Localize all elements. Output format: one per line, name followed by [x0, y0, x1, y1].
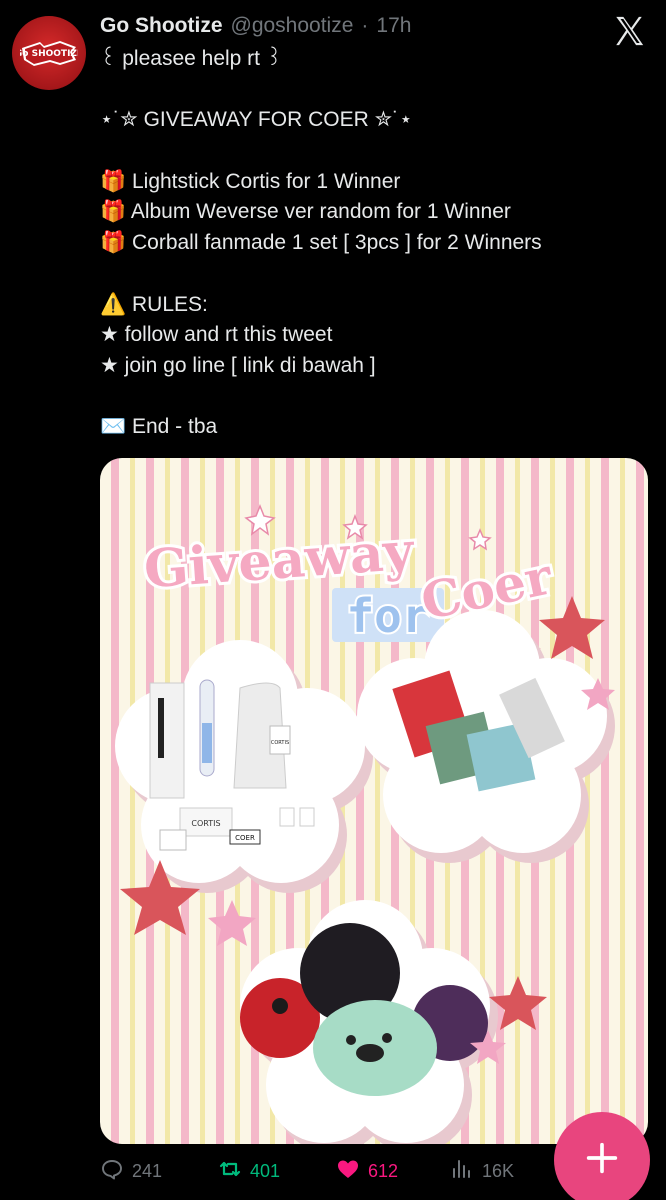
decor-star: [489, 976, 547, 1030]
tweet-line-6: 🎁 Album Weverse ver random for 1 Winner: [100, 200, 511, 224]
retweet-count: 401: [250, 1160, 281, 1181]
tweet-actions: 241 401 612 16K: [100, 1152, 540, 1190]
tweet-line-13: ✉️ End - tba: [100, 415, 218, 439]
tweet-line-3: ⋆˙✮ GIVEAWAY FOR COER ✮˙⋆: [100, 108, 413, 132]
reply-button[interactable]: 241: [100, 1152, 162, 1190]
tweet-line-1: ꒰ pleasee help rt ꒱: [100, 47, 283, 70]
media-title-for: for: [346, 589, 429, 643]
sparkle-star: [468, 528, 492, 551]
avatar-logo-text: Go SHOOTIZE: [20, 49, 78, 59]
tweet-line-4: [100, 136, 640, 167]
retweet-button[interactable]: 401: [218, 1152, 280, 1190]
product-label-1: CORTIS: [191, 819, 220, 828]
like-count: 612: [368, 1160, 399, 1181]
tweet-line-12: [100, 382, 640, 413]
views-icon: [450, 1157, 474, 1186]
avatar-logo: Go SHOOTIZE: [15, 38, 83, 68]
heart-icon: [336, 1157, 360, 1186]
reply-count: 241: [132, 1160, 163, 1181]
tweet-line-10: ★ follow and rt this tweet: [100, 323, 333, 347]
tweet-line-8: [100, 259, 640, 290]
product-label-2: CORTIS: [271, 740, 289, 746]
tweet-header: Go Shootize @goshootize · 17h: [100, 14, 411, 44]
like-button[interactable]: 612: [336, 1152, 398, 1190]
timestamp[interactable]: 17h: [376, 14, 411, 38]
flower-frame-corballs: [240, 900, 498, 1144]
views-button[interactable]: 16K: [450, 1152, 514, 1190]
handle[interactable]: @goshootize: [231, 14, 354, 38]
retweet-icon: [218, 1157, 242, 1186]
compose-button[interactable]: [554, 1112, 650, 1200]
tweet-media-image[interactable]: Giveaway for Coer CORTIS CORTIS COER: [100, 458, 648, 1144]
separator: ·: [361, 14, 369, 37]
tweet-line-5: 🎁 Lightstick Cortis for 1 Winner: [100, 169, 401, 193]
display-name[interactable]: Go Shootize: [100, 14, 223, 38]
plus-icon: [582, 1138, 622, 1183]
avatar[interactable]: Go SHOOTIZE: [12, 16, 86, 90]
tweet-text: ꒰ pleasee help rt ꒱ ⋆˙✮ GIVEAWAY FOR COE…: [100, 44, 640, 443]
views-count: 16K: [482, 1160, 515, 1181]
reply-icon: [100, 1157, 124, 1186]
tweet-line-9: ⚠️ RULES:: [100, 292, 208, 316]
tweet-line-11: ★ join go line [ link di bawah ]: [100, 353, 376, 377]
flower-frame-lightstick: CORTIS CORTIS COER: [115, 640, 373, 893]
x-logo-icon[interactable]: [612, 14, 646, 48]
tweet-line-7: 🎁 Corball fanmade 1 set [ 3pcs ] for 2 W…: [100, 231, 542, 255]
product-label-3: COER: [235, 834, 255, 842]
decor-star: [208, 900, 256, 946]
tweet-line-2: [100, 75, 640, 106]
